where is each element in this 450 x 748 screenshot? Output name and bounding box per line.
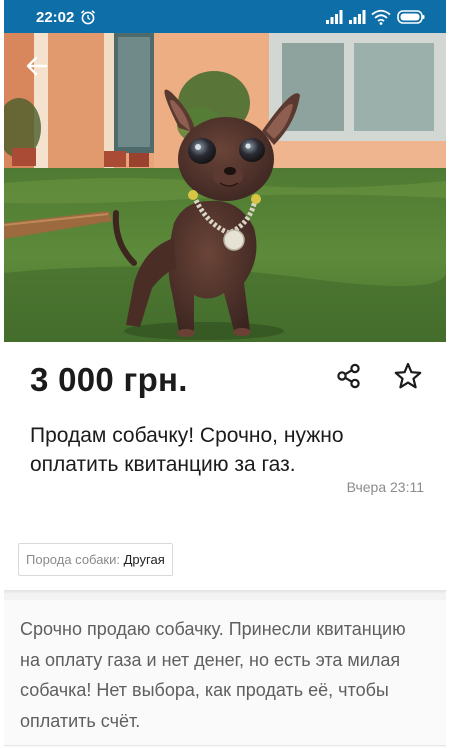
star-icon[interactable] [393,361,423,391]
listing-description: Срочно продаю собачку. Принесли квитанци… [4,600,446,748]
listing-header: 3 000 грн. Продам собачку! Срочно, нужно… [4,342,446,590]
status-bar: 22:02 [4,0,446,33]
bottom-divider [4,745,446,746]
signal-icon [326,10,343,24]
share-icon[interactable] [336,363,362,389]
section-divider [4,590,446,600]
dog-photo [4,33,446,342]
param-key: Порода собаки: [26,552,120,567]
battery-icon [397,10,425,24]
listing-title: Продам собачку! Срочно, нужно оплатить к… [30,424,344,476]
listing-price: 3 000 грн. [30,361,188,398]
listing-date: Вчера 23:11 [346,479,424,495]
status-time: 22:02 [36,9,75,26]
param-value: Другая [123,552,165,567]
listing-photo[interactable] [4,33,446,342]
arrow-left-icon[interactable] [24,53,50,79]
description-text: Срочно продаю собачку. Принесли квитанци… [20,619,406,731]
wifi-icon [371,9,391,25]
param-chip-breed[interactable]: Порода собаки: Другая [18,543,173,576]
alarm-icon [80,10,96,25]
signal-icon [349,10,366,24]
listing-screen: 22:02 3 000 грн. Продам собачку! Срочно,… [4,0,446,748]
